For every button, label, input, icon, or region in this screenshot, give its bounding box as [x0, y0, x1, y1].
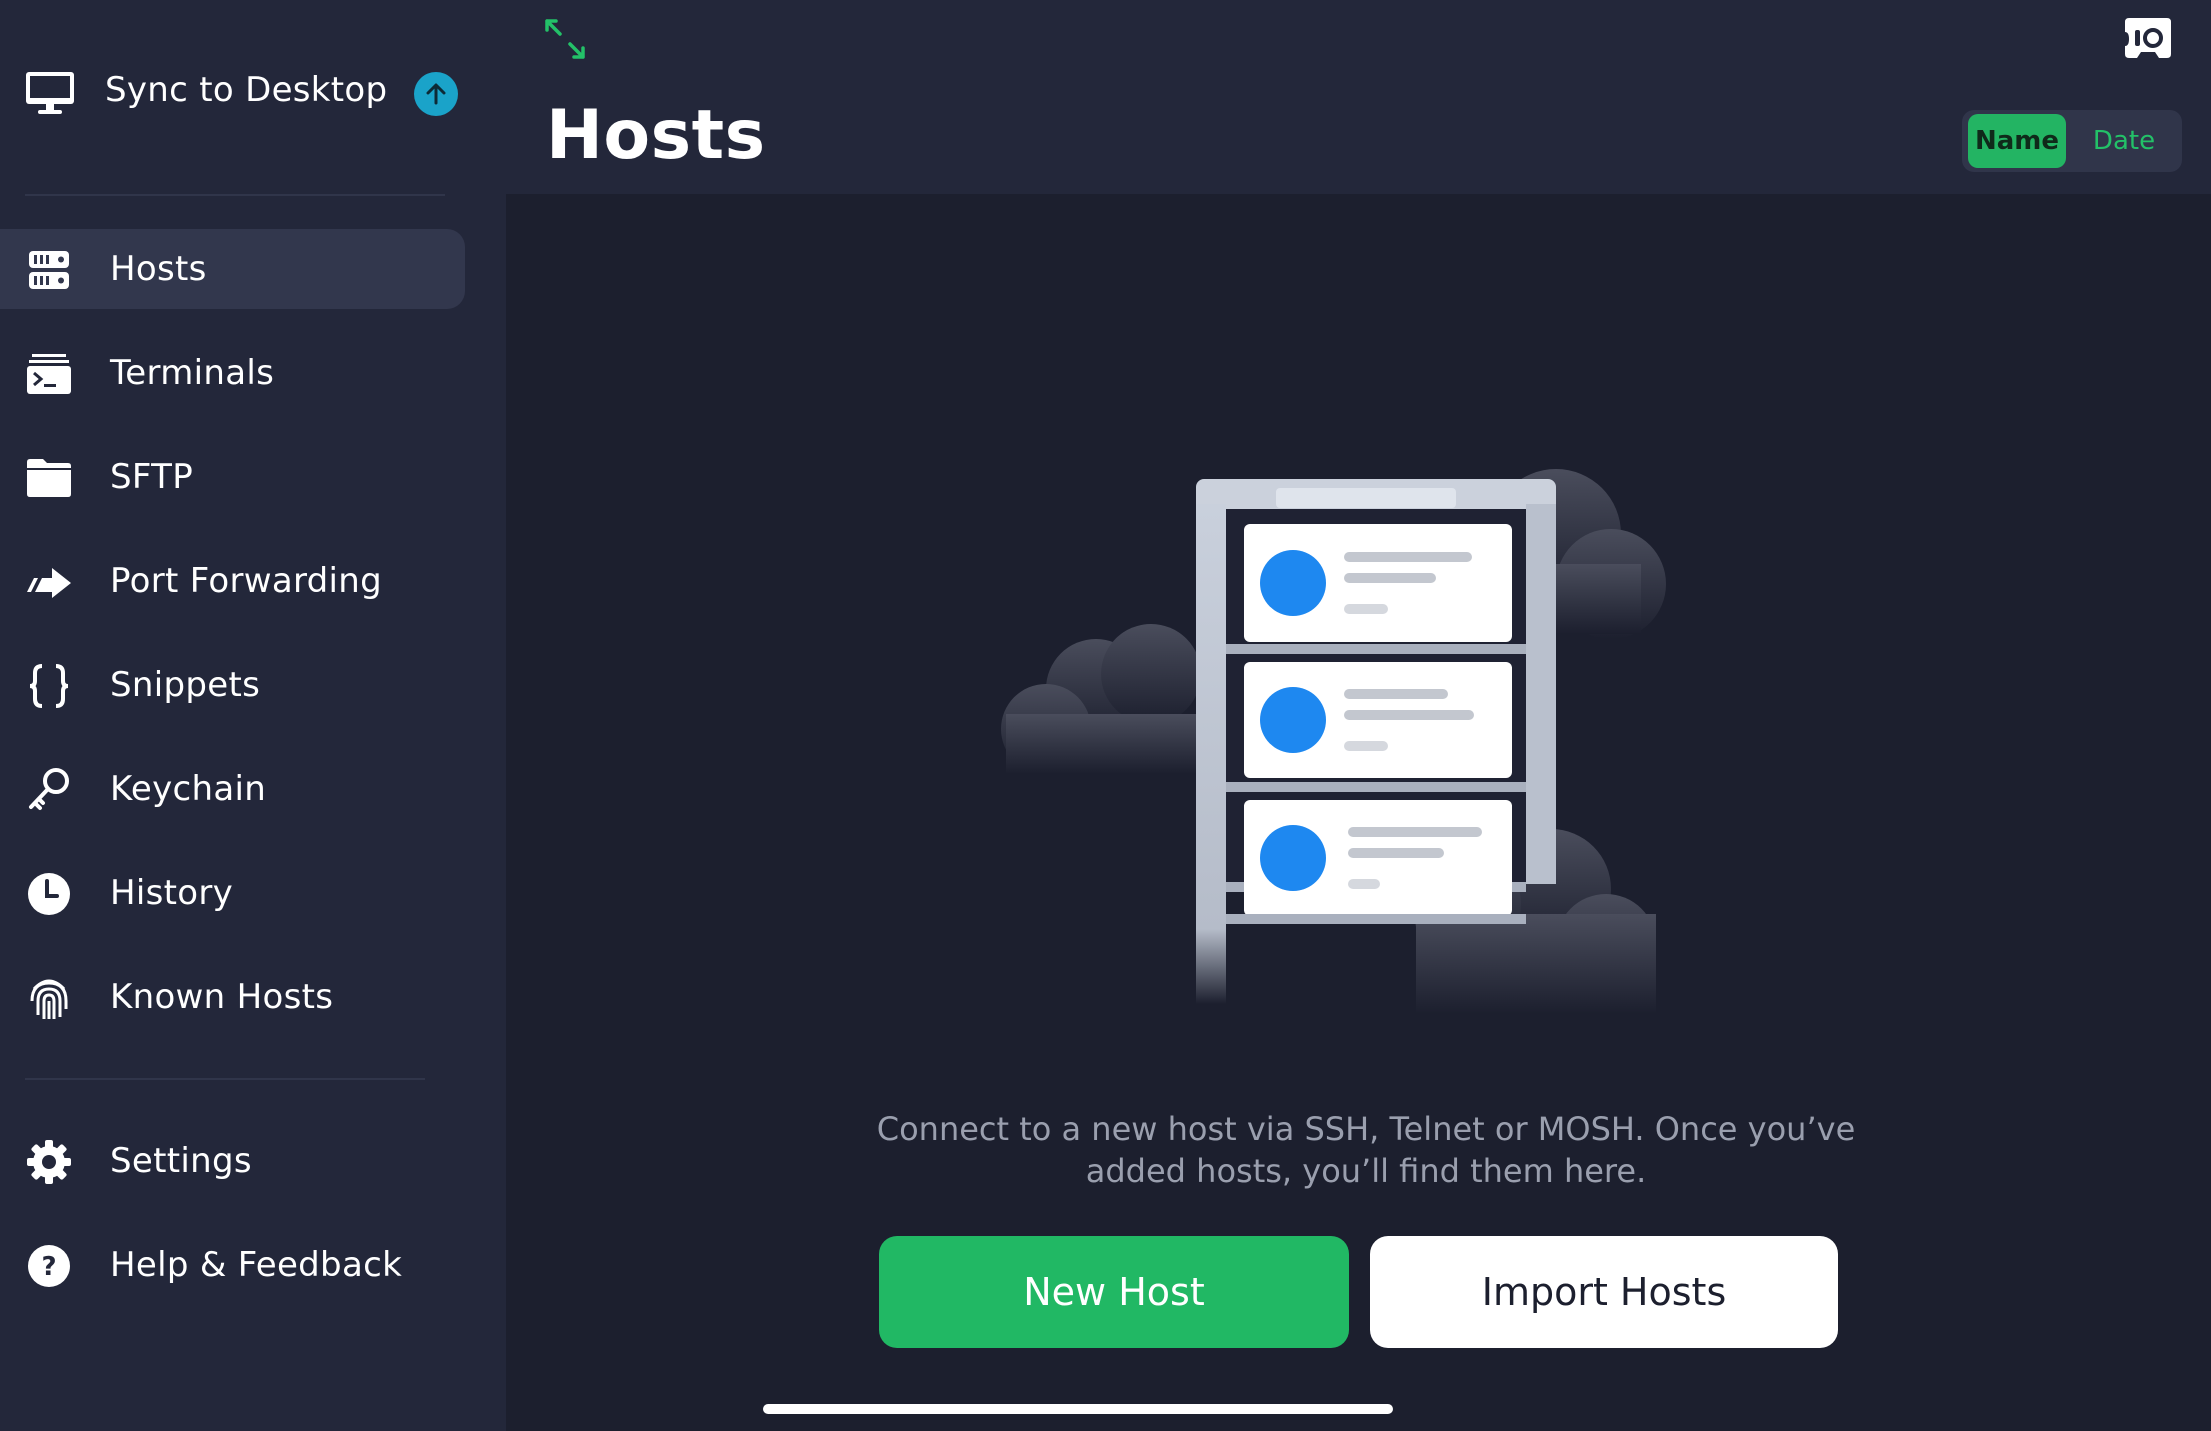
sidebar-divider	[25, 1078, 425, 1080]
monitor-icon	[26, 72, 74, 114]
sidebar-item-label: History	[110, 873, 234, 913]
svg-text:?: ?	[41, 1252, 56, 1282]
sidebar-item-sftp[interactable]: SFTP	[0, 437, 465, 517]
sidebar-item-hosts[interactable]: Hosts	[0, 229, 465, 309]
main-header: Hosts Name Date	[506, 0, 2211, 194]
cassette-icon[interactable]	[2123, 16, 2173, 62]
clock-icon	[26, 871, 72, 917]
sidebar-item-help-feedback[interactable]: ? Help & Feedback	[0, 1225, 465, 1305]
page-title: Hosts	[546, 96, 766, 175]
server-rack-icon	[26, 247, 72, 293]
sidebar-item-label: Settings	[110, 1141, 252, 1181]
server-rack-illustration	[1001, 469, 1666, 1014]
sidebar-item-label: Hosts	[110, 249, 207, 289]
hosts-empty-state: Connect to a new host via SSH, Telnet or…	[506, 194, 2211, 1431]
sidebar-item-label: Terminals	[110, 353, 275, 393]
empty-state-message: Connect to a new host via SSH, Telnet or…	[876, 1110, 1856, 1190]
sidebar-item-label: SFTP	[110, 457, 194, 497]
gear-icon	[26, 1139, 72, 1185]
new-host-button[interactable]: New Host	[879, 1236, 1349, 1348]
sidebar-divider	[25, 194, 445, 196]
sidebar-item-label: Snippets	[110, 665, 261, 705]
port-forward-arrow-icon	[26, 559, 72, 605]
sidebar-item-history[interactable]: History	[0, 853, 465, 933]
sync-to-desktop-button[interactable]: Sync to Desktop	[0, 60, 480, 128]
sidebar-item-label: Help & Feedback	[110, 1245, 403, 1285]
sidebar-item-snippets[interactable]: Snippets	[0, 645, 465, 725]
sidebar-item-terminals[interactable]: Terminals	[0, 333, 465, 413]
curly-braces-icon	[26, 663, 72, 709]
sidebar: Sync to Desktop Hosts Terminals SFTP Por…	[0, 0, 506, 1431]
sidebar-item-label: Known Hosts	[110, 977, 334, 1017]
sync-label: Sync to Desktop	[105, 70, 388, 110]
folder-icon	[26, 455, 72, 501]
terminal-icon	[26, 351, 72, 397]
import-hosts-button[interactable]: Import Hosts	[1370, 1236, 1838, 1348]
sort-segmented-control: Name Date	[1962, 110, 2182, 172]
sort-by-date-button[interactable]: Date	[2072, 114, 2176, 168]
sidebar-item-label: Port Forwarding	[110, 561, 383, 601]
key-icon	[26, 767, 72, 813]
fingerprint-icon	[26, 975, 72, 1021]
question-circle-icon: ?	[26, 1243, 72, 1289]
arrow-up-icon	[414, 72, 458, 116]
sidebar-item-keychain[interactable]: Keychain	[0, 749, 465, 829]
sidebar-item-settings[interactable]: Settings	[0, 1121, 465, 1201]
sidebar-item-known-hosts[interactable]: Known Hosts	[0, 957, 465, 1037]
sidebar-item-label: Keychain	[110, 769, 267, 809]
home-indicator[interactable]	[763, 1404, 1393, 1414]
sidebar-item-port-forwarding[interactable]: Port Forwarding	[0, 541, 465, 621]
expand-arrows-icon[interactable]	[544, 18, 586, 60]
sort-by-name-button[interactable]: Name	[1968, 114, 2066, 168]
